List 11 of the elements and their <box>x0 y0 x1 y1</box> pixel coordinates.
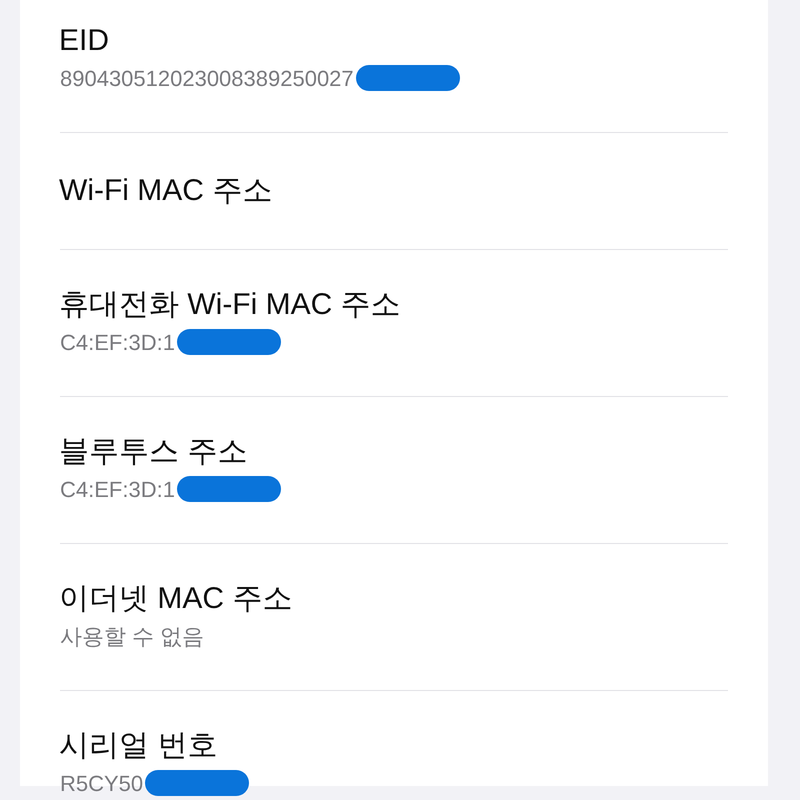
item-title: EID <box>59 23 110 59</box>
item-value: R5CY50 <box>60 770 144 798</box>
item-title: Wi-Fi MAC 주소 <box>59 173 274 209</box>
item-value: 사용할 수 없음 <box>60 622 204 650</box>
item-title: 시리얼 번호 <box>59 728 218 764</box>
item-title: 블루투스 주소 <box>59 434 248 470</box>
item-value: 890430512023008389250027 <box>60 64 354 92</box>
item-title: 휴대전화 Wi-Fi MAC 주소 <box>59 287 402 323</box>
item-value: C4:EF:3D:1 <box>60 476 175 504</box>
item-value: C4:EF:3D:1 <box>60 328 175 356</box>
item-title: 이더넷 MAC 주소 <box>59 581 294 617</box>
